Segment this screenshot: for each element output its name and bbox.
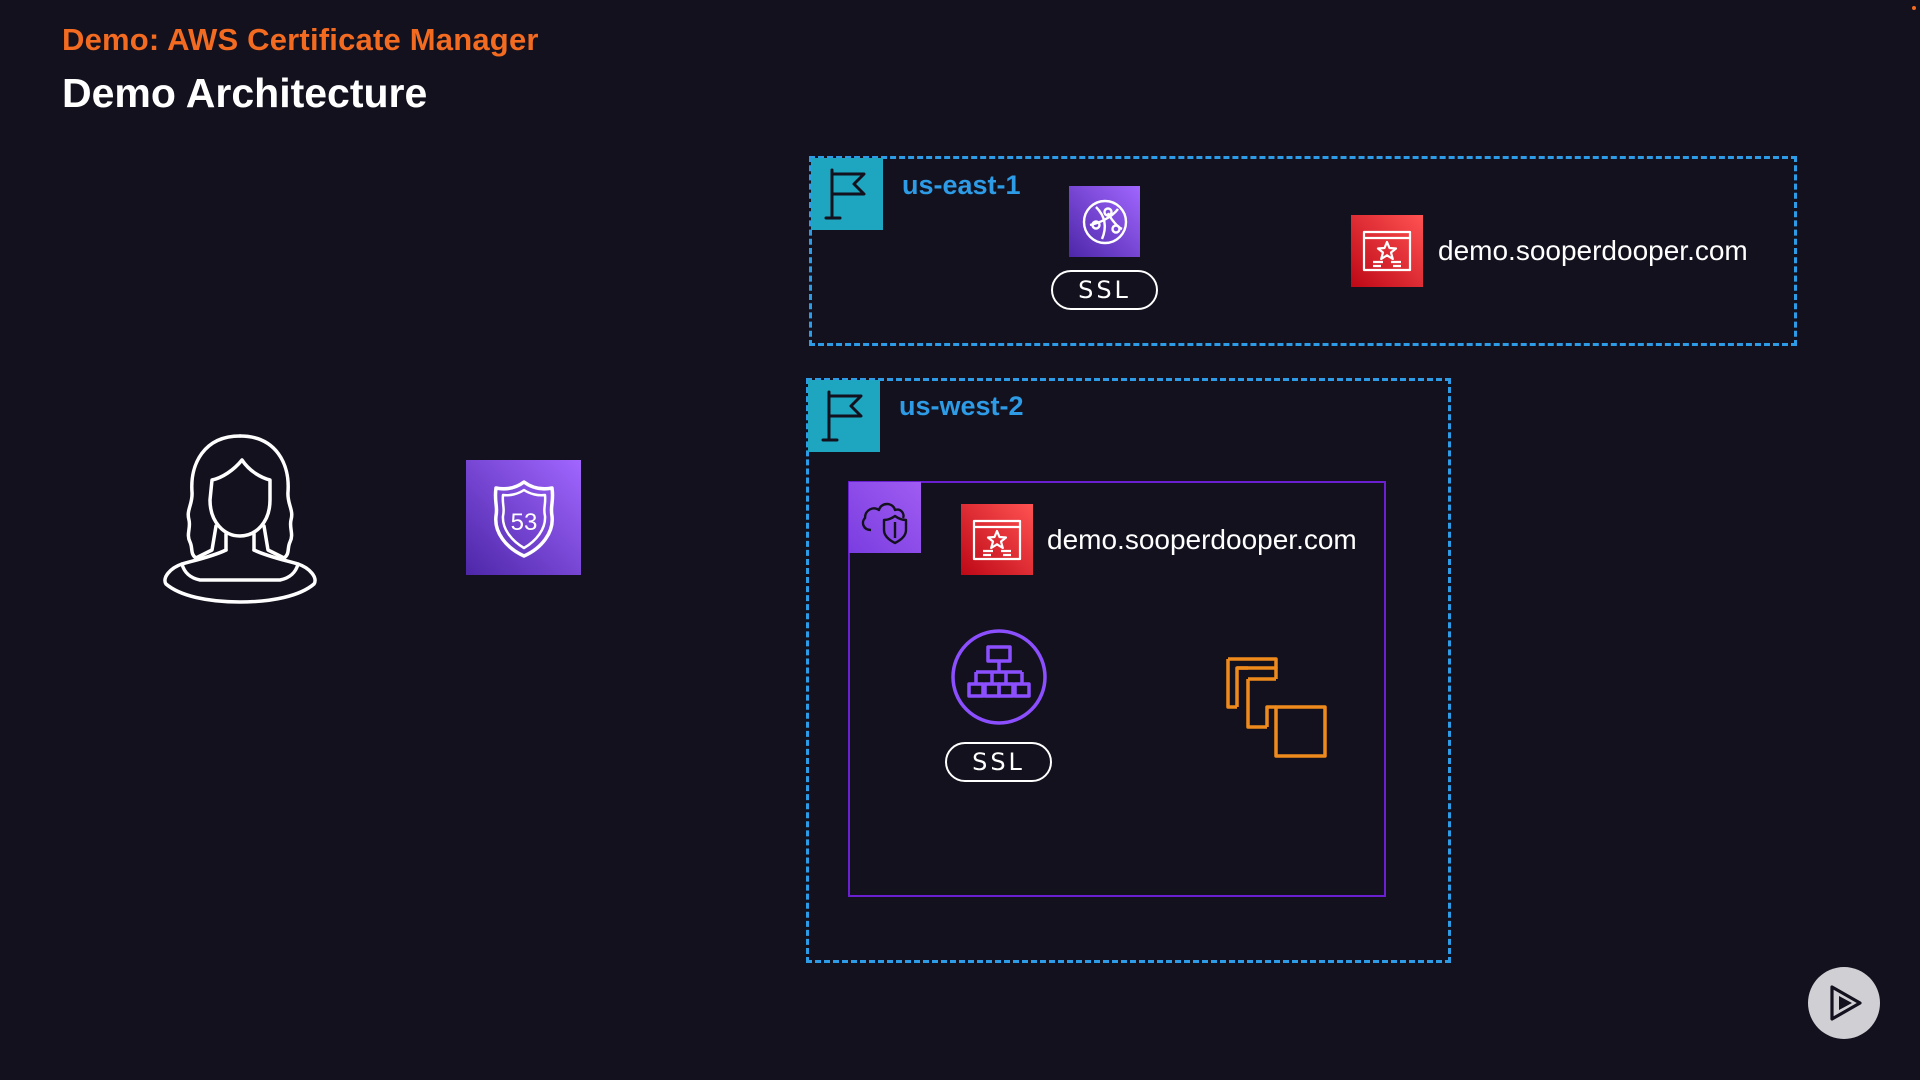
route53-icon: 53 bbox=[466, 460, 581, 575]
elastic-load-balancer-icon bbox=[950, 628, 1048, 726]
ssl-badge-load-balancer: SSL bbox=[945, 742, 1052, 782]
region-flag-icon bbox=[808, 380, 880, 452]
region-label-us-east-1: us-east-1 bbox=[902, 170, 1021, 200]
acm-certificate-icon bbox=[961, 504, 1033, 575]
region-flag-icon bbox=[811, 158, 883, 230]
route53-number: 53 bbox=[510, 509, 537, 536]
vpc-cloud-shield-icon bbox=[849, 482, 921, 553]
ec2-instances-icon bbox=[1225, 656, 1328, 759]
user-icon bbox=[160, 430, 320, 605]
ssl-badge-cloudfront: SSL bbox=[1051, 270, 1158, 310]
domain-label-us-east-1: demo.sooperdooper.com bbox=[1438, 235, 1748, 266]
deck-subtitle: Demo: AWS Certificate Manager bbox=[62, 22, 539, 57]
play-icon bbox=[1830, 985, 1862, 1021]
region-label-us-west-2: us-west-2 bbox=[899, 391, 1024, 421]
play-button[interactable] bbox=[1808, 967, 1880, 1039]
corner-dot bbox=[1912, 6, 1916, 10]
cloudfront-icon bbox=[1069, 186, 1140, 257]
slide-title: Demo Architecture bbox=[62, 70, 428, 116]
acm-certificate-icon bbox=[1351, 215, 1423, 287]
domain-label-us-west-2: demo.sooperdooper.com bbox=[1047, 524, 1357, 555]
